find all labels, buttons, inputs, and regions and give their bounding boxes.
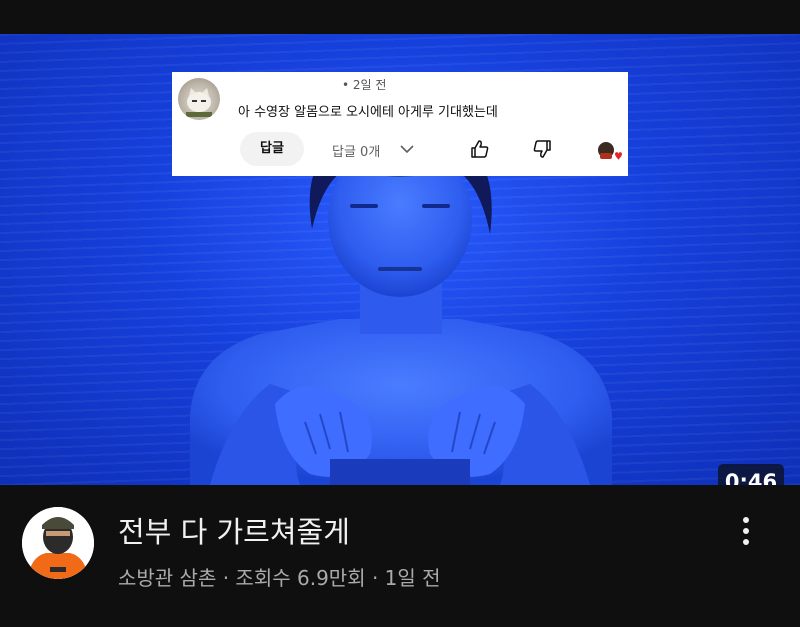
comment-timestamp: • 2일 전	[342, 78, 387, 92]
thumb-down-icon[interactable]	[532, 139, 552, 159]
reply-button[interactable]: 답글	[240, 132, 304, 166]
creator-heart-icon	[598, 142, 622, 160]
video-title[interactable]: 전부 다 가르쳐줄게	[118, 509, 350, 551]
thumb-up-icon[interactable]	[470, 139, 490, 159]
comment-text: 아 수영장 알몸으로 오시에테 아게루 기대했는데	[238, 105, 498, 120]
firefighter-avatar-icon	[22, 507, 94, 579]
video-feed-item: • 2일 전 아 수영장 알몸으로 오시에테 아게루 기대했는데 답글 답글 0…	[0, 0, 800, 627]
duration-badge: 0:46	[718, 464, 784, 485]
comment-card: • 2일 전 아 수영장 알몸으로 오시에테 아게루 기대했는데 답글 답글 0…	[172, 72, 628, 176]
reply-count[interactable]: 답글 0개	[332, 141, 380, 160]
video-meta: 소방관 삼촌 · 조회수 6.9만회 · 1일 전	[118, 566, 441, 590]
channel-avatar[interactable]	[22, 507, 94, 579]
chevron-down-icon[interactable]	[400, 145, 414, 154]
cat-avatar-icon[interactable]	[178, 78, 220, 120]
more-vert-icon[interactable]	[730, 512, 762, 552]
video-thumbnail[interactable]: • 2일 전 아 수영장 알몸으로 오시에테 아게루 기대했는데 답글 답글 0…	[0, 34, 800, 485]
